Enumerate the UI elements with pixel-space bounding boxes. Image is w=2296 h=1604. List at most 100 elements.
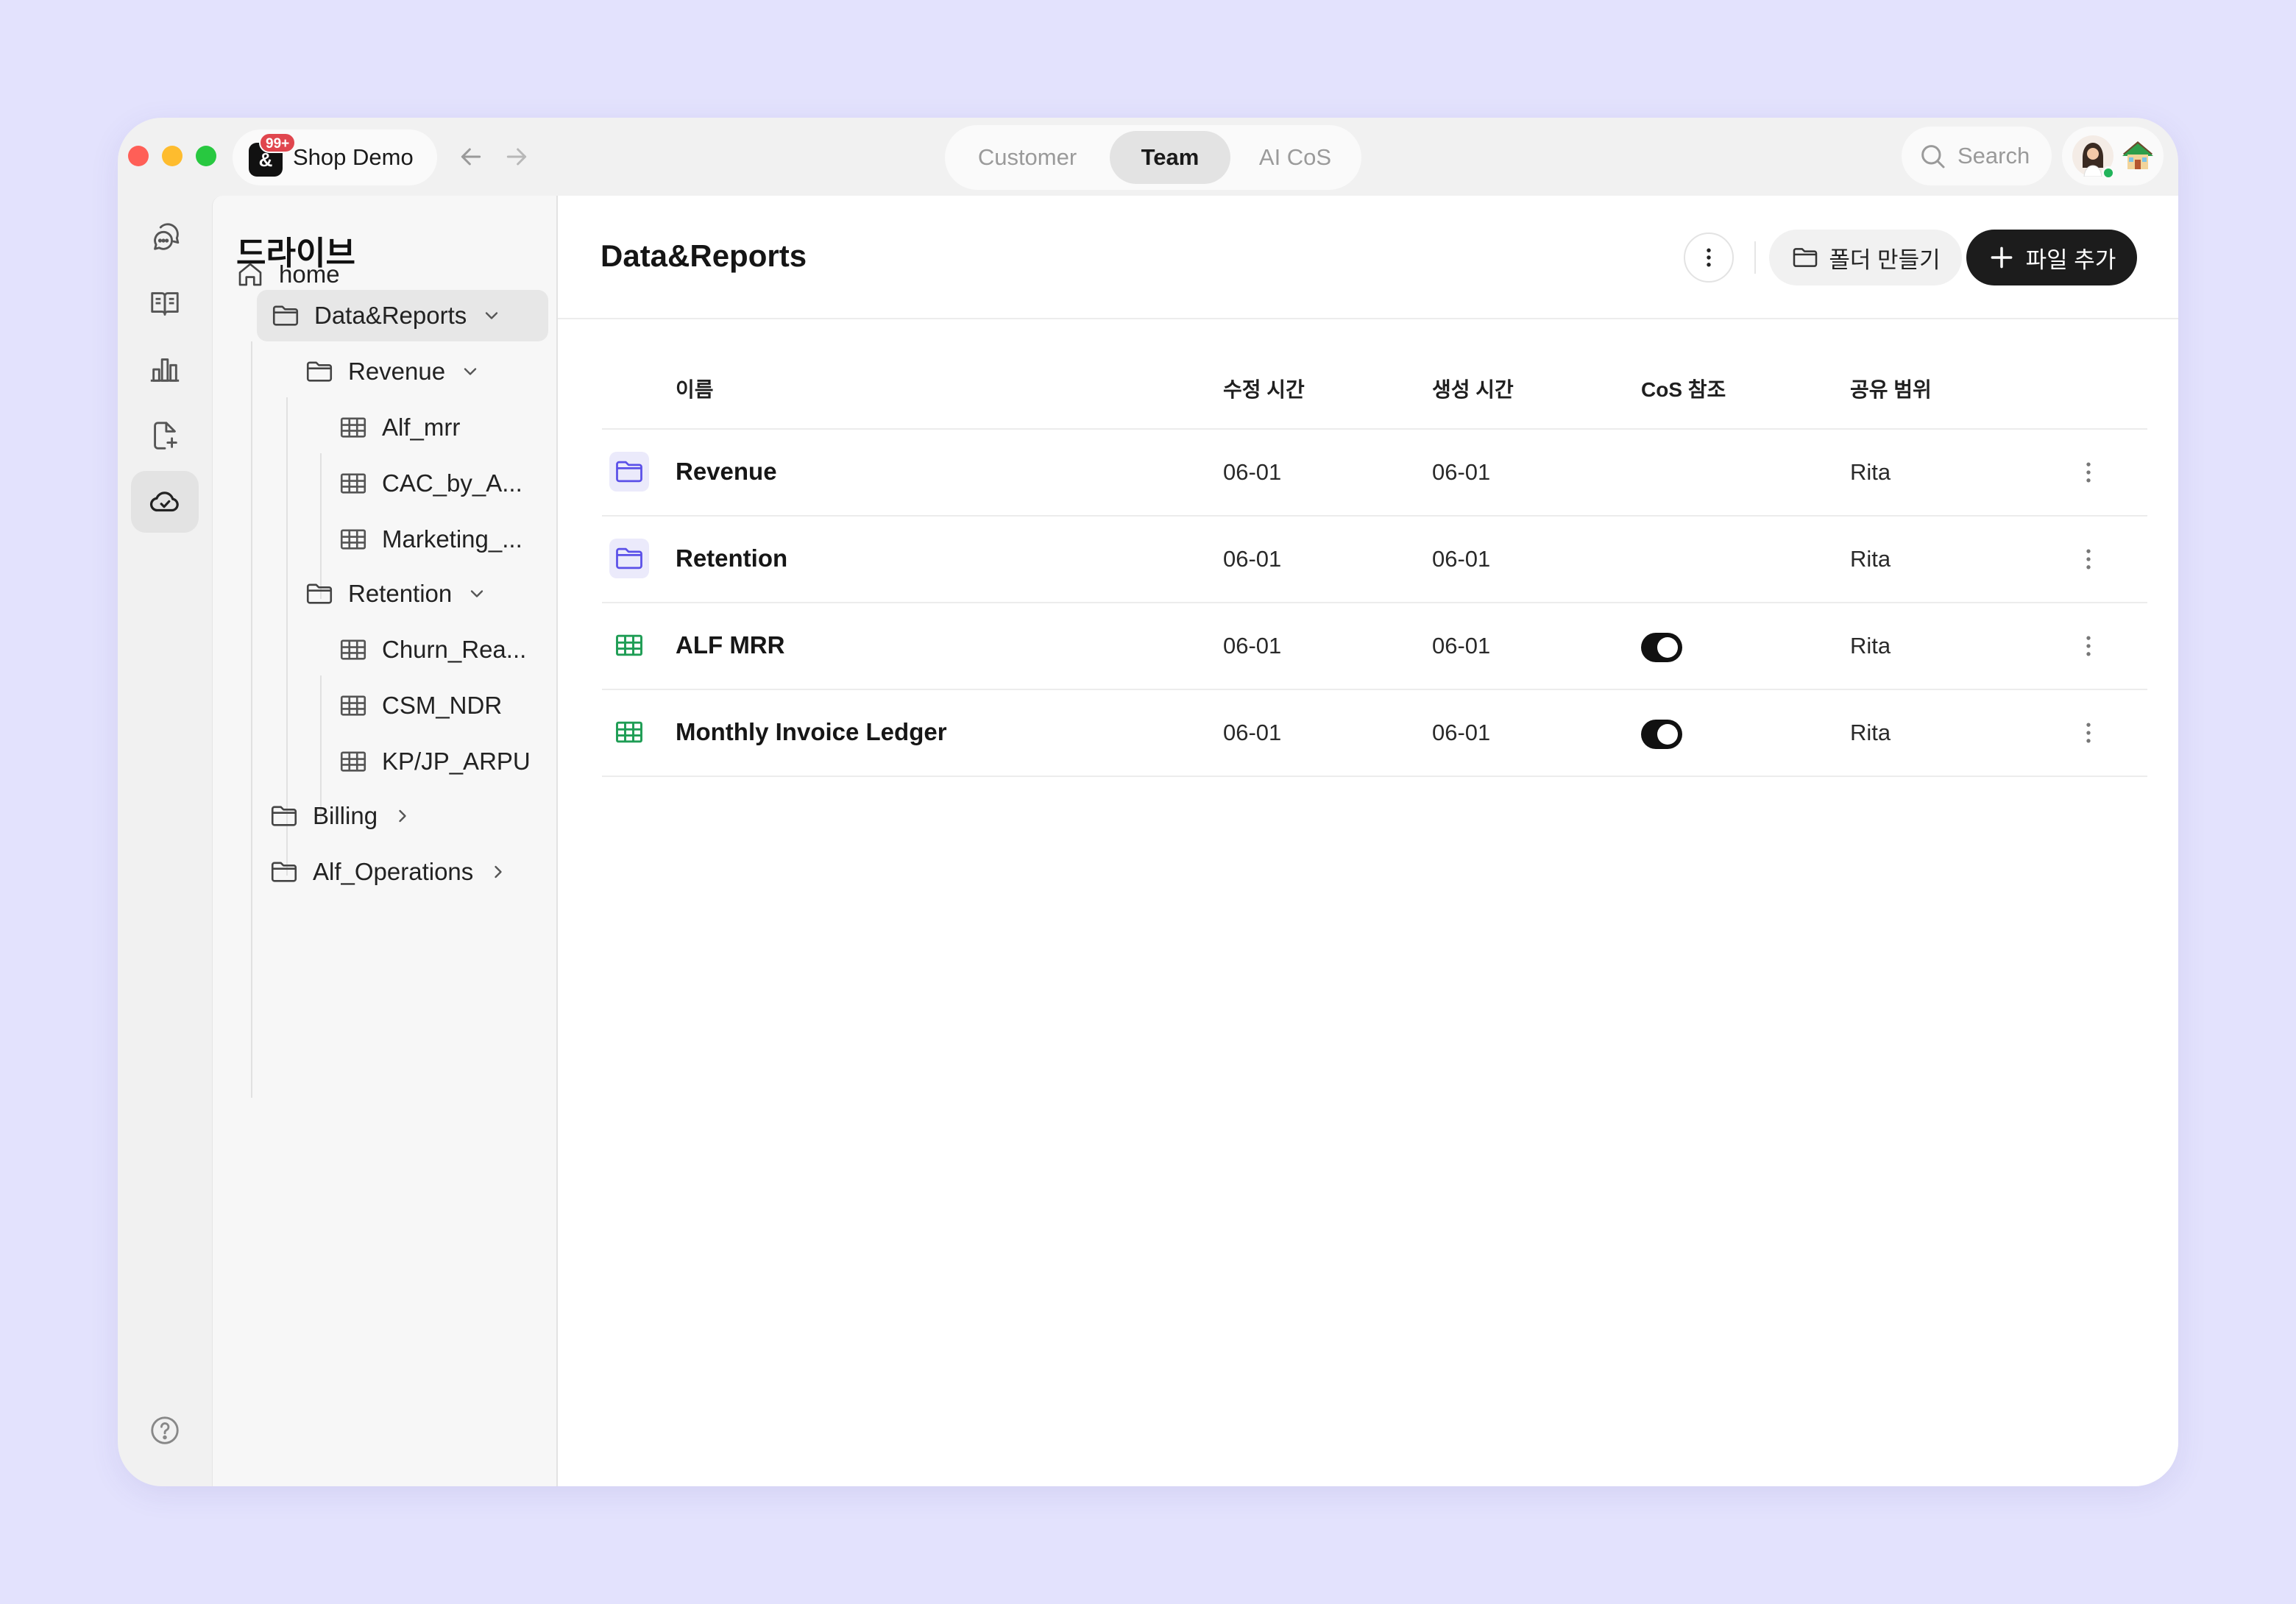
tree-item-label: Billing <box>313 802 378 829</box>
column-header-shared[interactable]: 공유 범위 <box>1850 374 1932 403</box>
window-close-button[interactable] <box>128 146 149 166</box>
file-name[interactable]: Revenue <box>676 458 777 486</box>
column-header-name[interactable]: 이름 <box>676 374 714 403</box>
tree-item-retention[interactable]: Retention <box>304 568 539 620</box>
new-folder-button[interactable]: 폴더 만들기 <box>1769 230 1962 285</box>
shared-scope: Rita <box>1850 720 1891 745</box>
table-icon <box>340 417 366 438</box>
tree-item-label: KP/JP_ARPU <box>382 748 531 775</box>
tab-ai-cos[interactable]: AI CoS <box>1236 131 1354 184</box>
tree-item-alf-operations[interactable]: Alf_Operations <box>269 846 548 898</box>
more-options-button[interactable] <box>1684 233 1734 283</box>
folder-icon <box>609 539 649 578</box>
tab-customer[interactable]: Customer <box>954 131 1101 184</box>
table-icon <box>340 695 366 716</box>
tree-item-label: Data&Reports <box>314 302 467 329</box>
rail-item-chat[interactable] <box>131 206 199 268</box>
search-label: Search <box>1957 143 2030 168</box>
folder-icon <box>306 583 333 604</box>
row-more-icon[interactable] <box>2074 718 2103 748</box>
workspace-name: Shop Demo <box>293 144 414 170</box>
home-icon <box>238 263 262 286</box>
search-button[interactable]: Search <box>1902 127 2052 185</box>
tree-item-alf-mrr[interactable]: Alf_mrr <box>338 402 551 453</box>
row-more-icon[interactable] <box>2074 458 2103 487</box>
table-row[interactable]: Revenue 06-01 06-01 Rita <box>602 430 2147 517</box>
cloud-check-icon <box>149 492 179 512</box>
rail-item-analytics[interactable] <box>131 338 199 400</box>
tab-team[interactable]: Team <box>1110 131 1230 184</box>
table-icon <box>340 751 366 772</box>
created-time: 06-01 <box>1432 459 1491 485</box>
table-icon <box>340 529 366 550</box>
modified-time: 06-01 <box>1223 459 1282 485</box>
folder-icon <box>272 305 299 326</box>
chevron-down-icon[interactable] <box>481 305 502 326</box>
table-header: 이름 수정 시간 생성 시간 CoS 참조 공유 범위 <box>602 340 2147 430</box>
folder-icon <box>306 361 333 382</box>
tree-item-label: Retention <box>348 580 453 607</box>
help-icon <box>151 1416 179 1444</box>
rail-item-drive[interactable] <box>131 471 199 533</box>
tree-item-data-reports[interactable]: Data&Reports <box>257 290 548 341</box>
column-header-cos-ref[interactable]: CoS 참조 <box>1641 374 1726 403</box>
table-icon <box>340 639 366 660</box>
new-folder-label: 폴더 만들기 <box>1829 246 1941 273</box>
file-name[interactable]: Monthly Invoice Ledger <box>676 718 947 746</box>
shared-scope: Rita <box>1850 459 1891 485</box>
rail-item-knowledge[interactable] <box>131 272 199 334</box>
chevron-down-icon[interactable] <box>467 583 487 604</box>
table-row[interactable]: ALF MRR 06-01 06-01 Rita <box>602 603 2147 690</box>
notification-badge: 99+ <box>259 132 297 153</box>
cos-reference-toggle[interactable] <box>1641 633 1682 662</box>
add-file-button[interactable]: 파일 추가 <box>1966 230 2137 285</box>
search-icon <box>1921 145 1945 168</box>
more-vertical-icon <box>1707 248 1711 267</box>
folder-icon <box>609 452 649 492</box>
chevron-down-icon[interactable] <box>460 361 481 382</box>
chevron-right-icon[interactable] <box>392 806 413 826</box>
add-file-label: 파일 추가 <box>2025 246 2116 273</box>
file-name[interactable]: ALF MRR <box>676 631 784 659</box>
forward-arrow-icon[interactable] <box>502 142 531 171</box>
tree-item-cac[interactable]: CAC_by_A... <box>338 458 551 509</box>
tree-item-csm-ndr[interactable]: CSM_NDR <box>338 680 551 731</box>
rail-item-help[interactable] <box>131 1399 199 1461</box>
column-header-created[interactable]: 생성 시간 <box>1432 374 1514 403</box>
row-more-icon[interactable] <box>2074 544 2103 574</box>
column-header-modified[interactable]: 수정 시간 <box>1223 374 1305 403</box>
header-divider <box>1754 241 1756 274</box>
table-row[interactable]: Monthly Invoice Ledger 06-01 06-01 Rita <box>602 690 2147 777</box>
tree-item-label: home <box>279 260 340 288</box>
rail-item-documents[interactable] <box>131 405 199 466</box>
tree-item-arpu[interactable]: KP/JP_ARPU <box>338 736 551 787</box>
workspace-switcher[interactable]: & 99+ Shop Demo <box>233 129 437 185</box>
window-zoom-button[interactable] <box>196 146 216 166</box>
icon-rail <box>118 196 212 1486</box>
drive-sidebar: 드라이브 home Data&Reports Revenue Alf_mrr C… <box>212 196 558 1486</box>
toggle-knob <box>1657 637 1678 658</box>
tree-item-label: Revenue <box>348 358 446 385</box>
file-name[interactable]: Retention <box>676 544 787 572</box>
created-time: 06-01 <box>1432 633 1491 659</box>
tree-item-churn[interactable]: Churn_Rea... <box>338 624 551 675</box>
window-minimize-button[interactable] <box>162 146 183 166</box>
account-menu[interactable] <box>2062 127 2164 185</box>
table-row[interactable]: Retention 06-01 06-01 Rita <box>602 517 2147 603</box>
tree-item-revenue[interactable]: Revenue <box>304 346 539 397</box>
house-icon <box>2122 141 2153 169</box>
shared-scope: Rita <box>1850 633 1891 659</box>
page-title: Data&Reports <box>600 238 807 273</box>
row-more-icon[interactable] <box>2074 631 2103 661</box>
spreadsheet-icon <box>609 625 649 665</box>
toggle-knob <box>1657 724 1678 745</box>
cos-reference-toggle[interactable] <box>1641 720 1682 749</box>
spreadsheet-icon <box>609 712 649 752</box>
tree-item-marketing[interactable]: Marketing_... <box>338 514 551 565</box>
table-icon <box>340 473 366 494</box>
bar-chart-icon <box>150 358 180 382</box>
tree-guide-line <box>251 341 252 1098</box>
tree-item-billing[interactable]: Billing <box>269 790 534 842</box>
chevron-right-icon[interactable] <box>488 862 509 882</box>
back-arrow-icon[interactable] <box>456 142 486 171</box>
